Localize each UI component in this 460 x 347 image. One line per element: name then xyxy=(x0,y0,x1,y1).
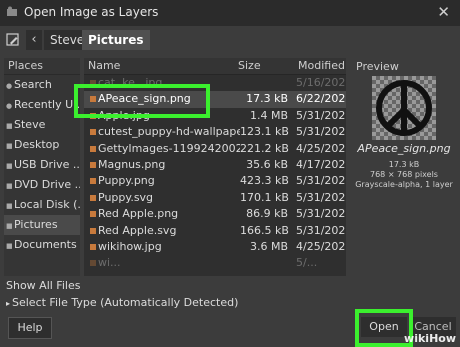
column-modified[interactable]: Modified xyxy=(298,58,345,74)
highlight-selected-file xyxy=(74,84,210,118)
folder-icon: ■ xyxy=(6,242,13,250)
place-dvd-drive[interactable]: ■DVD Drive ... xyxy=(4,175,80,195)
file-row[interactable]: Red Apple.png86.9 kB5/31/2020 xyxy=(84,206,346,222)
drive-icon: ■ xyxy=(6,202,13,210)
help-button[interactable]: Help xyxy=(8,317,52,339)
place-steve[interactable]: ■Steve xyxy=(4,115,80,135)
file-type-expander[interactable]: ▸ Select File Type (Automatically Detecte… xyxy=(6,296,238,309)
gimp-app-icon xyxy=(7,6,17,16)
show-all-files-checkbox[interactable]: Show All Files xyxy=(6,279,80,292)
place-usb-drive[interactable]: ■USB Drive ... xyxy=(4,155,80,175)
image-file-icon xyxy=(90,227,96,234)
column-size[interactable]: Size xyxy=(238,58,261,74)
folder-icon: ■ xyxy=(6,222,13,230)
path-back-button[interactable]: ‹ xyxy=(26,30,42,50)
place-documents[interactable]: ■Documents xyxy=(4,235,80,255)
place-pictures[interactable]: ■Pictures xyxy=(4,215,80,235)
preview-dimensions: 768 × 768 pixels xyxy=(370,170,438,179)
path-bar: ‹ Steve Pictures xyxy=(0,26,460,56)
preview-filename: APeace_sign.png xyxy=(357,142,451,155)
image-file-icon xyxy=(90,145,96,152)
file-type-label: Select File Type (Automatically Detected… xyxy=(12,296,239,309)
places-panel: Places ● Search ● Recently U... ■Steve ■De… xyxy=(4,58,80,276)
file-row[interactable]: Magnus.png35.6 kB4/17/2020 xyxy=(84,157,346,173)
image-file-icon xyxy=(90,194,96,201)
breadcrumb-pictures[interactable]: Pictures xyxy=(82,30,150,50)
places-header: Places xyxy=(4,58,80,75)
peace-sign-thumbnail xyxy=(372,76,436,140)
drive-icon: ■ xyxy=(6,162,13,170)
drive-icon: ■ xyxy=(6,182,13,190)
image-file-icon xyxy=(90,211,96,218)
recent-icon: ● xyxy=(6,102,13,110)
image-file-icon xyxy=(90,178,96,185)
preview-panel: Preview APeace_sign.png 17.3 kB 768 × 76… xyxy=(352,58,456,276)
file-list-header: Name Size Modified xyxy=(84,58,346,75)
file-row[interactable]: Red Apple.svg166.5 kB5/31/2020 xyxy=(84,223,346,239)
file-row[interactable]: wi... 5/... xyxy=(84,255,346,271)
place-desktop[interactable]: ■Desktop xyxy=(4,135,80,155)
place-search[interactable]: ● Search xyxy=(4,75,80,95)
file-row[interactable]: cutest_puppy-hd-wallpape... 123.1 kB 5/31/… xyxy=(84,124,346,140)
window-title: Open Image as Layers xyxy=(24,5,159,19)
image-file-icon xyxy=(90,243,96,250)
image-file-icon xyxy=(90,161,96,168)
folder-icon: ■ xyxy=(6,142,13,150)
image-file-icon xyxy=(90,129,96,136)
search-icon: ● xyxy=(6,82,13,90)
file-row[interactable]: Puppy.png423.3 kB5/31/2020 xyxy=(84,173,346,189)
pencil-icon[interactable] xyxy=(5,32,21,48)
home-icon: ■ xyxy=(6,122,13,130)
title-bar: Open Image as Layers ✕ xyxy=(0,0,460,26)
file-row[interactable]: Puppy.svg170.1 kB5/31/2020 xyxy=(84,190,346,206)
preview-size: 17.3 kB xyxy=(388,160,420,169)
image-file-icon xyxy=(90,260,96,267)
column-name[interactable]: Name xyxy=(88,58,120,74)
watermark: wikiHow xyxy=(404,332,456,345)
close-icon[interactable]: ✕ xyxy=(437,3,450,21)
preview-label: Preview xyxy=(356,60,399,73)
show-all-files-label: Show All Files xyxy=(6,279,81,292)
file-row[interactable]: wikihow.jpg3.6 MB4/25/2020 xyxy=(84,239,346,255)
place-recently-used[interactable]: ● Recently U... xyxy=(4,95,80,115)
file-row[interactable]: GettyImages-1199242002... 221.2 kB 4/25/20… xyxy=(84,141,346,157)
place-local-disk[interactable]: ■Local Disk (... xyxy=(4,195,80,215)
preview-mode: Grayscale-alpha, 1 layer xyxy=(355,180,453,189)
